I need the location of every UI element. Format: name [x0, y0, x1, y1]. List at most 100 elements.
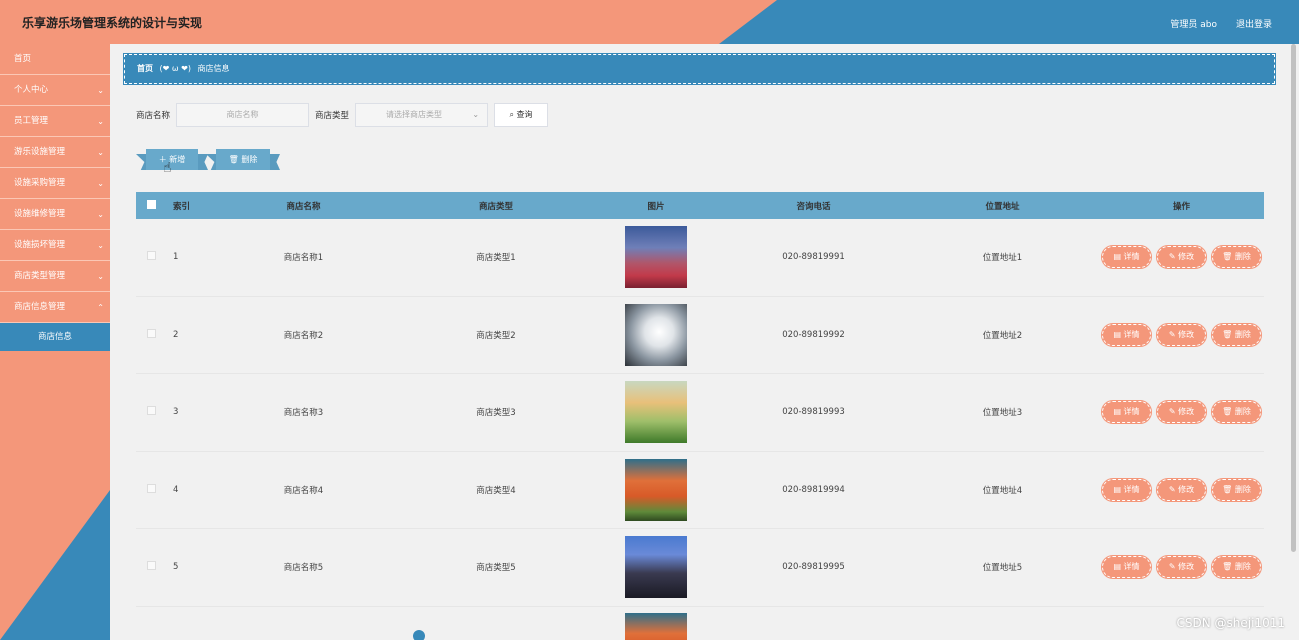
batch-delete-button[interactable]: 🗑 删除	[206, 149, 280, 170]
cell-index: 2	[173, 329, 179, 340]
detail-button[interactable]: ▤ 详情	[1101, 245, 1152, 270]
table-row: 4 商店名称4 商店类型4 020-89819994 位置地址4 ▤ 详情 ✎ …	[136, 452, 1264, 529]
col-image: 图片	[647, 201, 665, 212]
delete-label: 删除	[1234, 252, 1251, 262]
delete-label: 删除	[1234, 562, 1251, 572]
pencil-icon: ✎	[1168, 407, 1179, 417]
delete-button[interactable]: 🗑 删除	[1211, 322, 1262, 347]
shop-name-input[interactable]: 商店名称	[176, 103, 310, 127]
sidebar-item-repair[interactable]: 设施维修管理 ⌄	[0, 199, 110, 230]
shop-image[interactable]	[625, 612, 687, 640]
shop-type-placeholder: 请选择商店类型	[386, 110, 443, 119]
trash-icon: 🗑	[1222, 562, 1235, 572]
query-button[interactable]: ⌕ 查询	[494, 103, 549, 127]
chevron-down-icon: ⌄	[97, 210, 104, 219]
chevron-down-icon: ⌄	[97, 148, 104, 157]
edit-label: 修改	[1178, 329, 1195, 339]
edit-label: 修改	[1178, 562, 1195, 572]
row-checkbox[interactable]	[146, 483, 156, 493]
delete-button[interactable]: 🗑 删除	[1211, 477, 1262, 502]
col-actions: 操作	[1172, 201, 1190, 212]
ribbon-tail	[136, 154, 148, 170]
cell-type: 商店类型4	[476, 485, 516, 496]
row-checkbox[interactable]	[146, 251, 156, 261]
breadcrumb: 首页 (❤ ω ❤) 商店信息	[123, 53, 1276, 85]
sidebar-item-purchase[interactable]: 设施采购管理 ⌄	[0, 168, 110, 199]
detail-button[interactable]: ▤ 详情	[1101, 555, 1152, 580]
cell-address: 位置地址2	[982, 330, 1023, 341]
scrollbar-thumb[interactable]	[1291, 44, 1296, 552]
edit-button[interactable]: ✎ 修改	[1156, 245, 1207, 270]
edit-button[interactable]: ✎ 修改	[1156, 322, 1207, 347]
sidebar-item-damage[interactable]: 设施损坏管理 ⌄	[0, 230, 110, 261]
shop-name-label: 商店名称	[136, 111, 171, 121]
app-title: 乐享游乐场管理系统的设计与实现	[22, 16, 203, 30]
sidebar-item-label: 个人中心	[14, 85, 49, 95]
cell-index: 5	[173, 562, 179, 573]
chevron-down-icon: ⌄	[97, 272, 104, 281]
sidebar-item-home[interactable]: 首页	[0, 44, 110, 75]
row-checkbox[interactable]	[146, 328, 156, 338]
table-row	[136, 607, 1264, 640]
delete-button[interactable]: 🗑 删除	[1211, 555, 1262, 580]
logout-link[interactable]: 退出登录	[1236, 17, 1272, 30]
row-checkbox[interactable]	[146, 406, 156, 416]
sidebar-item-profile[interactable]: 个人中心 ⌄	[0, 75, 110, 106]
sidebar-item-label: 商店类型管理	[14, 271, 66, 281]
cell-phone: 020-89819991	[782, 252, 845, 263]
edit-label: 修改	[1178, 252, 1195, 262]
shop-type-select[interactable]: 请选择商店类型 ⌄	[355, 103, 489, 127]
detail-button[interactable]: ▤ 详情	[1101, 477, 1152, 502]
delete-button-label: 删除	[241, 155, 258, 164]
cell-type: 商店类型3	[476, 408, 516, 419]
sidebar-item-label: 设施维修管理	[14, 209, 66, 219]
breadcrumb-home[interactable]: 首页	[137, 64, 153, 73]
ribbon-tail	[196, 154, 208, 170]
add-button[interactable]: ＋ 新增	[136, 149, 208, 170]
cell-phone: 020-89819995	[782, 562, 845, 573]
cell-type: 商店类型2	[476, 330, 516, 341]
cell-phone: 020-89819992	[782, 329, 845, 340]
row-checkbox[interactable]	[146, 561, 156, 571]
shop-image[interactable]	[625, 381, 687, 444]
trash-icon: 🗑	[1222, 484, 1235, 494]
cell-index: 3	[173, 407, 179, 418]
sidebar-item-label: 首页	[14, 54, 32, 64]
delete-button[interactable]: 🗑 删除	[1211, 245, 1262, 270]
cell-name: 商店名称4	[283, 485, 324, 496]
cell-name: 商店名称1	[283, 253, 324, 264]
chevron-down-icon: ⌄	[97, 179, 104, 188]
detail-button[interactable]: ▤ 详情	[1101, 322, 1152, 347]
table-row: 1 商店名称1 商店类型1 020-89819991 位置地址1 ▤ 详情 ✎ …	[136, 219, 1264, 297]
select-all-checkbox[interactable]	[146, 199, 156, 209]
shop-table: 索引 商店名称 商店类型 图片 咨询电话 位置地址 操作 1 商店名称1 商店类…	[136, 192, 1264, 640]
sidebar-subitem-shop-info[interactable]: 商店信息	[0, 323, 110, 351]
sidebar-item-rides[interactable]: 游乐设施管理 ⌄	[0, 137, 110, 168]
delete-label: 删除	[1234, 484, 1251, 494]
cell-address: 位置地址3	[982, 408, 1023, 419]
detail-label: 详情	[1123, 329, 1140, 339]
col-name: 商店名称	[286, 201, 321, 212]
shop-image[interactable]	[625, 226, 687, 289]
sidebar: 首页 个人中心 ⌄ 员工管理 ⌄ 游乐设施管理 ⌄ 设施采购管理 ⌄ 设施维修管理 ⌄ 设…	[0, 44, 110, 640]
document-icon: ▤	[1113, 329, 1124, 339]
detail-label: 详情	[1123, 562, 1140, 572]
document-icon: ▤	[1113, 562, 1124, 572]
shop-image[interactable]	[625, 458, 687, 521]
delete-button[interactable]: 🗑 删除	[1211, 400, 1262, 425]
edit-button[interactable]: ✎ 修改	[1156, 400, 1207, 425]
shop-image[interactable]	[625, 303, 687, 366]
table-header: 索引 商店名称 商店类型 图片 咨询电话 位置地址 操作	[136, 192, 1264, 219]
sidebar-item-shop-info[interactable]: 商店信息管理 ⌃	[0, 292, 110, 323]
edit-button[interactable]: ✎ 修改	[1156, 555, 1207, 580]
sidebar-item-staff[interactable]: 员工管理 ⌄	[0, 106, 110, 137]
trash-icon: 🗑	[1222, 329, 1235, 339]
shop-image[interactable]	[625, 536, 687, 599]
shop-type-label: 商店类型	[315, 111, 350, 121]
chevron-down-icon: ⌄	[472, 110, 480, 119]
col-index: 索引	[173, 201, 191, 212]
edit-button[interactable]: ✎ 修改	[1156, 477, 1207, 502]
sidebar-item-shop-type[interactable]: 商店类型管理 ⌄	[0, 261, 110, 292]
detail-button[interactable]: ▤ 详情	[1101, 400, 1152, 425]
hand-pointer-icon: ☝	[163, 160, 172, 176]
